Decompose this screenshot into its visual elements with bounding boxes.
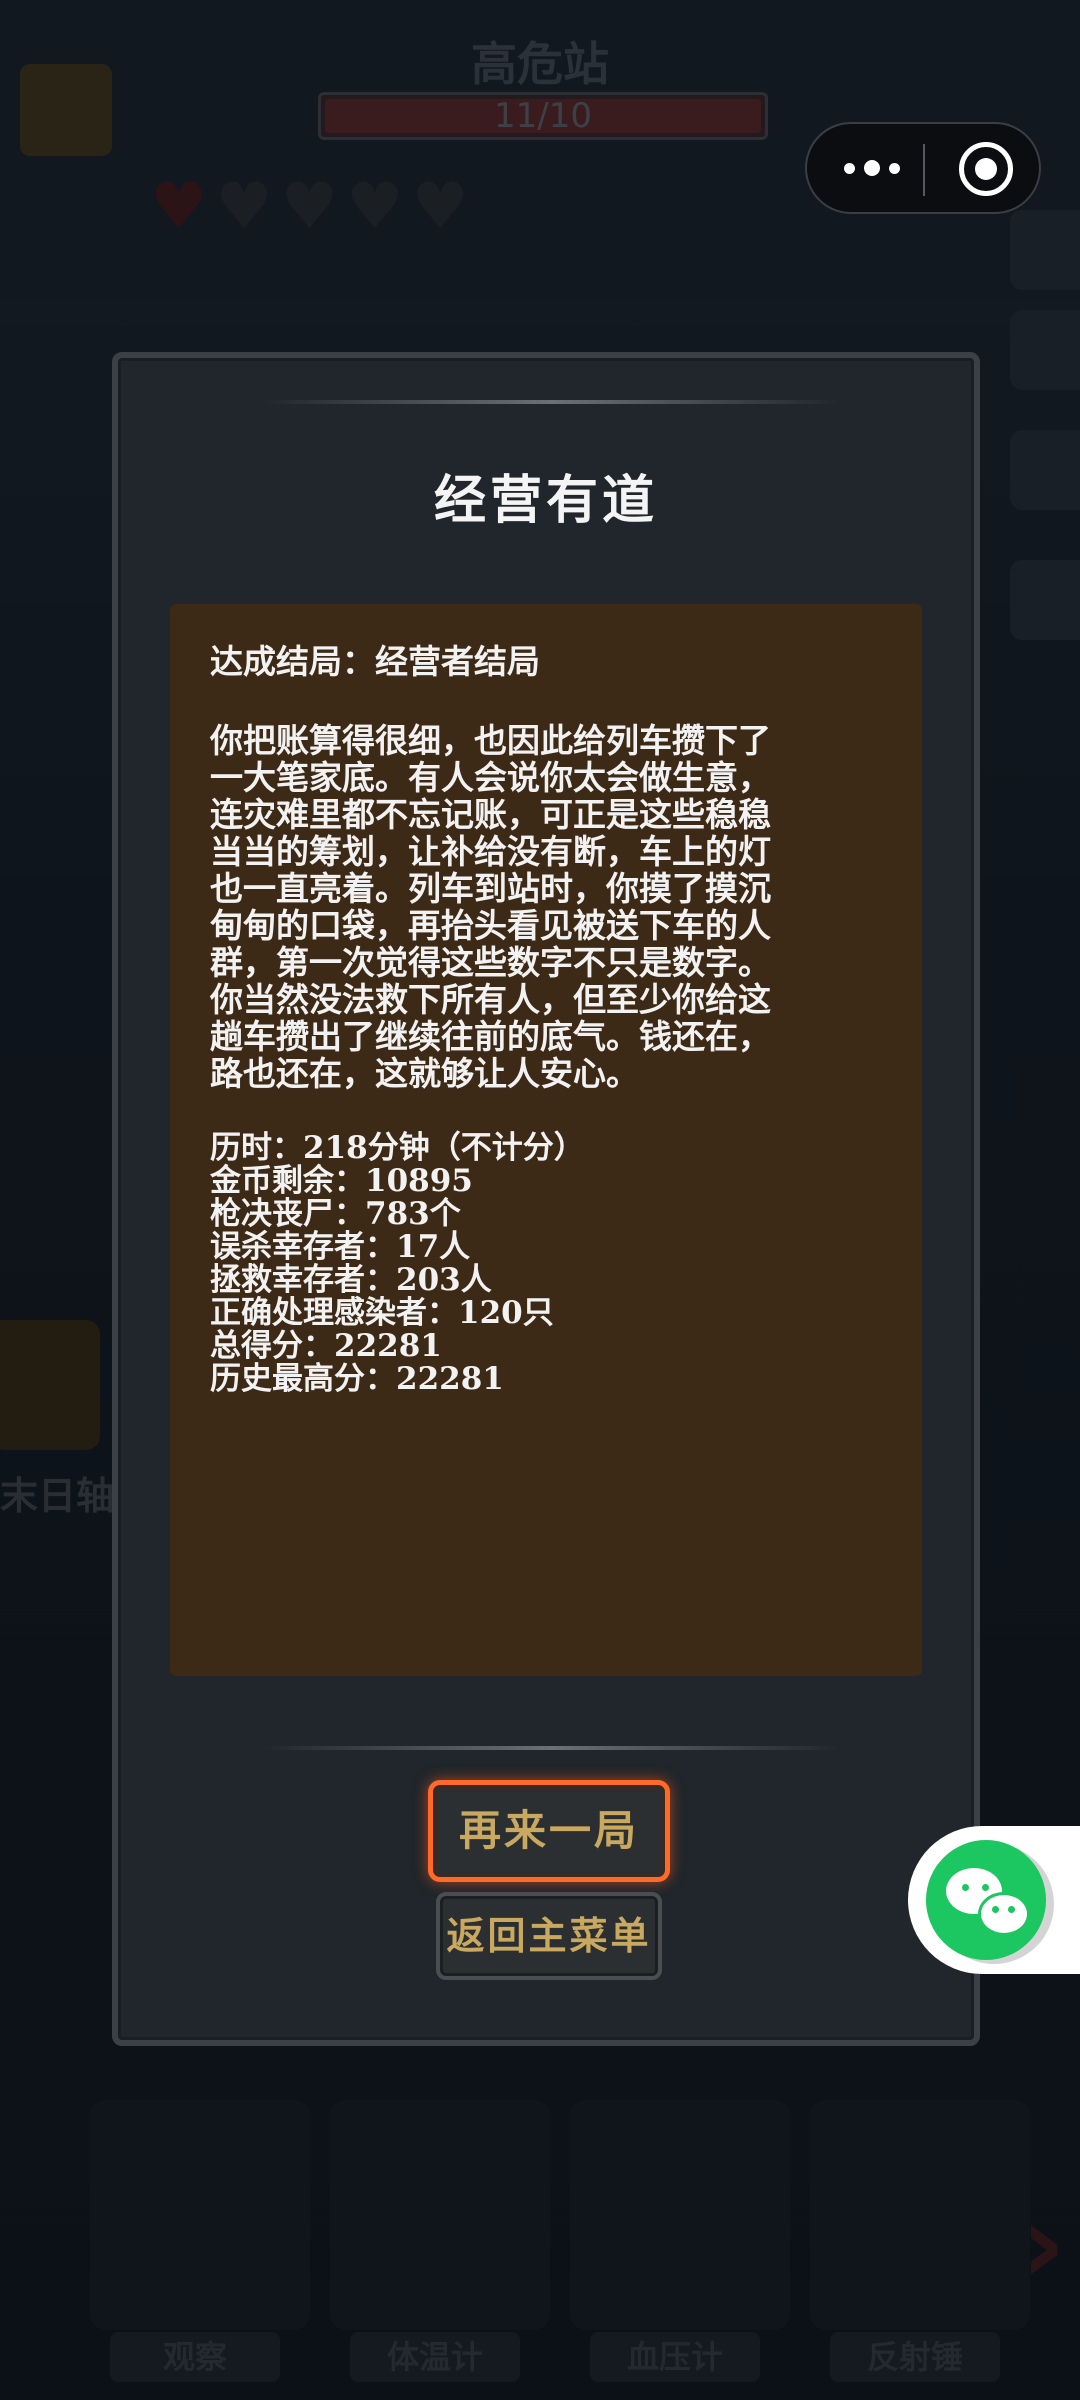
blood-pressure-tool [570, 2100, 790, 2330]
wheel-icon [0, 1320, 100, 1450]
stat-coins: 金币剩余：10895 [210, 1163, 473, 1199]
station-title: 高危站 [471, 37, 609, 91]
story-line: 当当的筹划，让补给没有断，车上的灯 [210, 832, 771, 871]
heart-icon: ♥ [215, 170, 273, 244]
story-line: 你把账算得很细，也因此给列车攒下了 [210, 721, 771, 760]
bottom-divider [263, 1746, 841, 1750]
story-line: 你当然没法救下所有人，但至少你给这 [210, 980, 771, 1019]
station-progress-bar: 11/10 [318, 92, 768, 140]
stat-duration: 历时：218分钟（不计分） [210, 1130, 585, 1166]
stat-infected-handled: 正确处理感染者：120只 [210, 1295, 554, 1331]
story-panel: 达成结局：经营者结局 你把账算得很细，也因此给列车攒下了 一大笔家底。有人会说你… [170, 604, 922, 1676]
ending-label: 达成结局：经营者结局 [210, 642, 540, 681]
heart-icon: ♥ [280, 170, 339, 244]
reflex-hammer-tool [810, 2100, 1030, 2330]
side-button-3 [1010, 430, 1080, 510]
tool-label: 血压计 [590, 2332, 760, 2382]
tool-label: 观察 [110, 2332, 280, 2382]
stat-best-score: 历史最高分：22281 [210, 1361, 504, 1397]
station-progress-text: 11/10 [494, 96, 592, 136]
tool-label: 反射锤 [830, 2332, 1000, 2382]
story-line: 群，第一次觉得这些数字不只是数字。 [210, 943, 771, 982]
stat-survivors-saved: 拯救幸存者：203人 [210, 1262, 492, 1298]
main-menu-button[interactable]: 返回主菜单 [436, 1892, 662, 1980]
play-again-button[interactable]: 再来一局 [428, 1780, 670, 1882]
close-target-icon[interactable] [959, 142, 1013, 196]
story-text: 你把账算得很细，也因此给列车攒下了 一大笔家底。有人会说你太会做生意， 连灾难里… [210, 722, 882, 1092]
heart-icon: ♥ [150, 170, 208, 244]
miniprogram-capsule [805, 122, 1041, 214]
tool-label: 体温计 [350, 2332, 520, 2382]
stat-survivors-killed: 误杀幸存者：17人 [210, 1229, 471, 1265]
story-line: 路也还在，这就够让人安心。 [210, 1054, 639, 1093]
story-line: 也一直亮着。列车到站时，你摸了摸沉 [210, 869, 771, 908]
dialog-title: 经营有道 [433, 470, 658, 531]
eye-tool [90, 2100, 310, 2330]
side-button-4 [1010, 560, 1080, 640]
more-dots-icon[interactable] [837, 124, 907, 212]
stat-zombies-shot: 枪决丧尸：783个 [210, 1196, 461, 1232]
thermometer-tool [330, 2100, 550, 2330]
heart-icon: ♥ [411, 170, 469, 244]
chevron-right-icon: › [1020, 2180, 1066, 2308]
tool-bar: 观察 体温计 血压计 反射锤 [0, 2060, 1080, 2400]
capsule-divider [923, 144, 925, 196]
wechat-float-button[interactable] [908, 1826, 1080, 1974]
story-line: 连灾难里都不忘记账，可正是这些稳稳 [210, 795, 771, 834]
top-divider [263, 400, 841, 404]
side-button-2 [1010, 310, 1080, 390]
health-hearts: ♥ ♥ ♥ ♥ ♥ [150, 170, 469, 244]
side-button-1 [1010, 210, 1080, 290]
heart-icon: ♥ [346, 170, 404, 244]
wechat-icon [926, 1840, 1046, 1960]
stats-list: 历时：218分钟（不计分） 金币剩余：10895 枪决丧尸：783个 误杀幸存者… [210, 1132, 882, 1396]
ending-dialog: 经营有道 达成结局：经营者结局 你把账算得很细，也因此给列车攒下了 一大笔家底。… [112, 352, 980, 2046]
left-label: 末日轴 [0, 1474, 115, 1518]
story-line: 一大笔家底。有人会说你太会做生意， [210, 758, 771, 797]
stat-total-score: 总得分：22281 [210, 1328, 442, 1364]
story-line: 甸甸的口袋，再抬头看见被送下车的人 [210, 906, 771, 945]
story-line: 趟车攒出了继续往前的底气。钱还在， [210, 1017, 771, 1056]
